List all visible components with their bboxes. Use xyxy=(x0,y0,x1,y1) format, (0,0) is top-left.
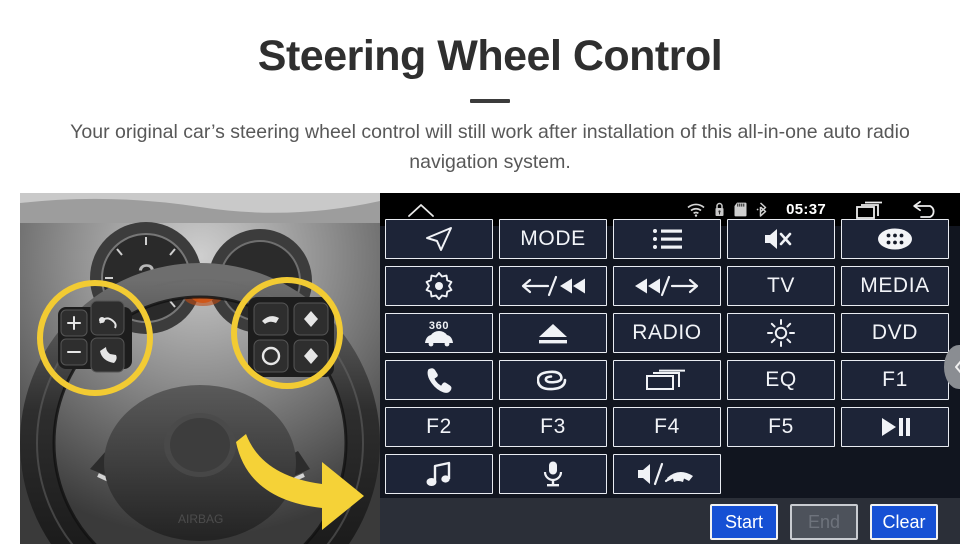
btn-radio[interactable]: RADIO xyxy=(613,313,721,353)
btn-media-label: MEDIA xyxy=(860,274,930,297)
btn-navigation[interactable] xyxy=(385,219,493,259)
btn-eject[interactable] xyxy=(499,313,607,353)
grid-row-1: MODE xyxy=(385,219,955,259)
wifi-icon xyxy=(687,203,705,217)
btn-prev-track[interactable] xyxy=(499,266,607,306)
btn-f5[interactable]: F5 xyxy=(727,407,835,447)
btn-f2-label: F2 xyxy=(426,415,452,438)
head-unit-screen: 05:37 MODE TV MEDIA 360 RADIO DVD EQ F1 … xyxy=(380,193,960,544)
btn-media[interactable]: MEDIA xyxy=(841,266,949,306)
btn-f1[interactable]: F1 xyxy=(841,360,949,400)
btn-radio-label: RADIO xyxy=(632,321,702,344)
btn-brightness[interactable] xyxy=(727,313,835,353)
btn-swirl[interactable] xyxy=(499,360,607,400)
btn-f5-label: F5 xyxy=(768,415,794,438)
page-root: Steering Wheel Control Your original car… xyxy=(0,0,980,544)
btn-f3-label: F3 xyxy=(540,415,566,438)
btn-tv[interactable]: TV xyxy=(727,266,835,306)
btn-music[interactable] xyxy=(385,454,493,494)
back-icon[interactable] xyxy=(912,200,940,219)
recents-icon[interactable] xyxy=(856,201,884,219)
title-divider xyxy=(470,99,510,103)
action-bar: Start End Clear xyxy=(380,498,960,544)
grid-empty-cell xyxy=(841,454,949,494)
function-button-grid: MODE TV MEDIA 360 RADIO DVD EQ F1 F2 F3 … xyxy=(380,219,960,498)
grid-row-5: F2 F3 F4 F5 xyxy=(385,407,955,447)
btn-speaker-hangup[interactable] xyxy=(613,454,721,494)
status-bar-clock: 05:37 xyxy=(786,201,826,218)
content-row: 2 AIRBAG 05:37 MODE TV MEDIA 360 RADIO D… xyxy=(0,193,980,544)
btn-phone[interactable] xyxy=(385,360,493,400)
lock-icon xyxy=(714,202,725,217)
btn-f1-label: F1 xyxy=(882,368,908,391)
btn-window[interactable] xyxy=(613,360,721,400)
btn-mode[interactable]: MODE xyxy=(499,219,607,259)
btn-f3[interactable]: F3 xyxy=(499,407,607,447)
btn-microphone[interactable] xyxy=(499,454,607,494)
btn-mute[interactable] xyxy=(727,219,835,259)
chevron-left-icon xyxy=(953,358,960,376)
btn-eq[interactable]: EQ xyxy=(727,360,835,400)
btn-apps[interactable] xyxy=(841,219,949,259)
btn-dvd[interactable]: DVD xyxy=(841,313,949,353)
sd-card-icon xyxy=(734,202,747,217)
clear-button[interactable]: Clear xyxy=(870,504,938,540)
page-title: Steering Wheel Control xyxy=(257,32,723,80)
btn-eq-label: EQ xyxy=(765,368,797,391)
btn-dvd-label: DVD xyxy=(871,321,919,344)
grid-row-2: TV MEDIA xyxy=(385,266,955,306)
header: Steering Wheel Control Your original car… xyxy=(0,0,980,193)
home-icon[interactable] xyxy=(407,202,435,218)
grid-row-6 xyxy=(385,454,955,494)
btn-play-pause[interactable] xyxy=(841,407,949,447)
btn-next-track[interactable] xyxy=(613,266,721,306)
btn-mode-label: MODE xyxy=(520,227,586,250)
btn-f2[interactable]: F2 xyxy=(385,407,493,447)
page-subtitle: Your original car’s steering wheel contr… xyxy=(70,121,910,173)
svg-text:360: 360 xyxy=(429,320,449,332)
btn-f4[interactable]: F4 xyxy=(613,407,721,447)
btn-menu-list[interactable] xyxy=(613,219,721,259)
grid-empty-cell xyxy=(727,454,835,494)
start-button[interactable]: Start xyxy=(710,504,778,540)
end-button[interactable]: End xyxy=(790,504,858,540)
btn-disc[interactable] xyxy=(385,266,493,306)
btn-f4-label: F4 xyxy=(654,415,680,438)
svg-text:AIRBAG: AIRBAG xyxy=(178,512,223,526)
btn-camera-360[interactable]: 360 xyxy=(385,313,493,353)
steering-wheel-photo: 2 AIRBAG xyxy=(20,193,380,544)
bluetooth-icon xyxy=(756,202,769,217)
grid-row-3: 360 RADIO DVD xyxy=(385,313,955,353)
btn-tv-label: TV xyxy=(766,274,796,297)
grid-row-4: EQ F1 xyxy=(385,360,955,400)
